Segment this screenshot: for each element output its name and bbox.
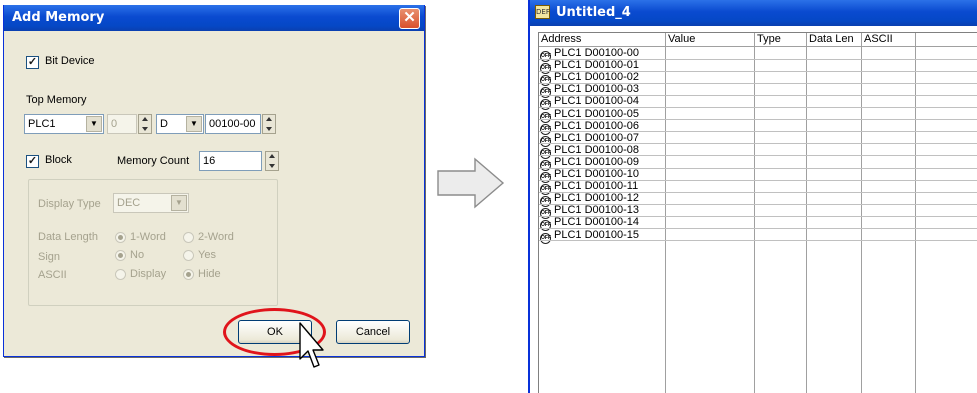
device-select[interactable]: D ▼ [156, 114, 204, 134]
bit-device-checkbox[interactable] [26, 56, 39, 69]
station-value: 0 [111, 118, 118, 130]
dialog-title: Add Memory [4, 5, 424, 31]
column-divider[interactable] [861, 33, 862, 393]
right-arrow-icon [437, 157, 505, 209]
app-icon: DEF [535, 5, 550, 19]
address-cell: PLC1 D00100-15 [554, 228, 640, 241]
table-row[interactable]: OFF PLC1 D00100-13 [540, 204, 640, 220]
ascii-hide-label: Hide [198, 268, 221, 280]
data-length-1word-label: 1-Word [130, 231, 166, 243]
chevron-down-icon[interactable]: ▼ [86, 116, 102, 132]
column-divider[interactable] [806, 33, 807, 393]
column-header-type[interactable]: Type [755, 33, 806, 47]
address-cell: PLC1 D00100-14 [554, 216, 640, 229]
address-input[interactable]: 00100-00 [205, 114, 261, 134]
memory-count-value: 16 [203, 155, 216, 167]
address-value: 00100-00 [209, 118, 256, 130]
ascii-label: ASCII [38, 269, 67, 281]
table-row[interactable]: OFF PLC1 D00100-02 [540, 71, 640, 87]
block-label: Block [45, 154, 72, 166]
address-cell: PLC1 D00100-05 [554, 107, 640, 120]
sign-yes-radio [183, 250, 194, 261]
address-cell: PLC1 D00100-07 [554, 131, 640, 144]
address-cell: PLC1 D00100-09 [554, 155, 640, 168]
untitled-window: DEF Untitled_4 Address Value Type Data L… [528, 0, 977, 393]
column-divider[interactable] [915, 33, 916, 393]
table-row[interactable]: OFF PLC1 D00100-08 [540, 143, 640, 159]
table-row[interactable]: OFF PLC1 D00100-09 [540, 155, 640, 171]
block-checkbox[interactable] [26, 155, 39, 168]
chevron-down-icon: ▼ [171, 195, 187, 211]
sign-no-radio [115, 250, 126, 261]
data-length-2word-radio [183, 232, 194, 243]
top-memory-label: Top Memory [26, 94, 87, 106]
table-row[interactable]: OFF PLC1 D00100-00 [540, 47, 640, 62]
table-row[interactable]: OFF PLC1 D00100-12 [540, 192, 640, 208]
column-header-value[interactable]: Value [666, 33, 754, 47]
address-cell: PLC1 D00100-11 [554, 180, 639, 193]
station-spinner [138, 114, 152, 134]
chevron-down-icon[interactable]: ▼ [186, 116, 202, 132]
column-header-address[interactable]: Address [539, 33, 665, 47]
column-divider[interactable] [754, 33, 755, 393]
table-row[interactable]: OFF PLC1 D00100-04 [540, 95, 640, 111]
table-row[interactable]: OFF PLC1 D00100-15 [540, 228, 640, 244]
close-icon[interactable]: ✕ [399, 8, 420, 29]
address-cell: PLC1 D00100-00 [554, 47, 640, 59]
display-type-select: DEC ▼ [113, 193, 189, 213]
bit-state-icon: OFF [540, 232, 551, 244]
address-spinner[interactable] [262, 114, 276, 134]
memory-count-spinner[interactable] [265, 151, 279, 171]
add-memory-dialog: Add Memory ✕ Bit Device Top Memory PLC1 … [3, 5, 425, 368]
address-cell: PLC1 D00100-13 [554, 204, 640, 217]
table-row[interactable]: OFF PLC1 D00100-11 [540, 180, 639, 196]
bit-device-label: Bit Device [45, 55, 95, 67]
column-divider[interactable] [665, 33, 666, 393]
sign-yes-label: Yes [198, 249, 216, 261]
row-divider [539, 240, 977, 242]
table-row[interactable]: OFF PLC1 D00100-05 [540, 107, 640, 123]
address-cell: PLC1 D00100-03 [554, 83, 640, 96]
address-cell: PLC1 D00100-08 [554, 143, 640, 156]
address-cell: PLC1 D00100-12 [554, 192, 640, 205]
sign-no-label: No [130, 249, 145, 261]
table-row[interactable]: OFF PLC1 D00100-10 [540, 168, 640, 183]
window-titlebar: DEF Untitled_4 [530, 0, 977, 26]
ascii-hide-radio [183, 269, 194, 280]
address-cell: PLC1 D00100-04 [554, 95, 640, 108]
address-cell: PLC1 D00100-06 [554, 119, 640, 132]
memory-grid: Address Value Type Data Len ASCII OFF PLC… [538, 32, 977, 393]
cursor-icon [299, 322, 324, 368]
column-header-blank [916, 33, 977, 47]
table-row[interactable]: OFF PLC1 D00100-01 [540, 59, 640, 75]
station-input: 0 [107, 114, 137, 134]
column-header-ascii[interactable]: ASCII [862, 33, 915, 47]
table-row[interactable]: OFF PLC1 D00100-03 [540, 83, 640, 99]
table-row[interactable]: OFF PLC1 D00100-14 [540, 216, 640, 232]
address-cell: PLC1 D00100-02 [554, 71, 640, 84]
data-length-2word-label: 2-Word [198, 231, 234, 243]
display-type-value: DEC [117, 197, 141, 209]
column-header-data-len[interactable]: Data Len [807, 33, 861, 47]
window-title: Untitled_4 [556, 5, 631, 20]
ascii-display-radio [115, 269, 126, 280]
table-row[interactable]: OFF PLC1 D00100-07 [540, 131, 640, 147]
data-length-1word-radio [115, 232, 126, 243]
memory-count-input[interactable]: 16 [199, 151, 262, 171]
address-cell: PLC1 D00100-10 [554, 168, 640, 180]
ascii-display-label: Display [130, 268, 167, 280]
address-cell: PLC1 D00100-01 [554, 59, 640, 72]
cancel-button[interactable]: Cancel [336, 320, 410, 344]
display-type-label: Display Type [38, 198, 101, 210]
sign-label: Sign [38, 251, 61, 263]
memory-count-label: Memory Count [117, 155, 190, 167]
table-row[interactable]: OFF PLC1 D00100-06 [540, 119, 640, 135]
data-length-label: Data Length [38, 231, 98, 243]
device-select-value: D [160, 118, 168, 130]
plc-select-value: PLC1 [28, 118, 56, 130]
plc-select[interactable]: PLC1 ▼ [24, 114, 104, 134]
